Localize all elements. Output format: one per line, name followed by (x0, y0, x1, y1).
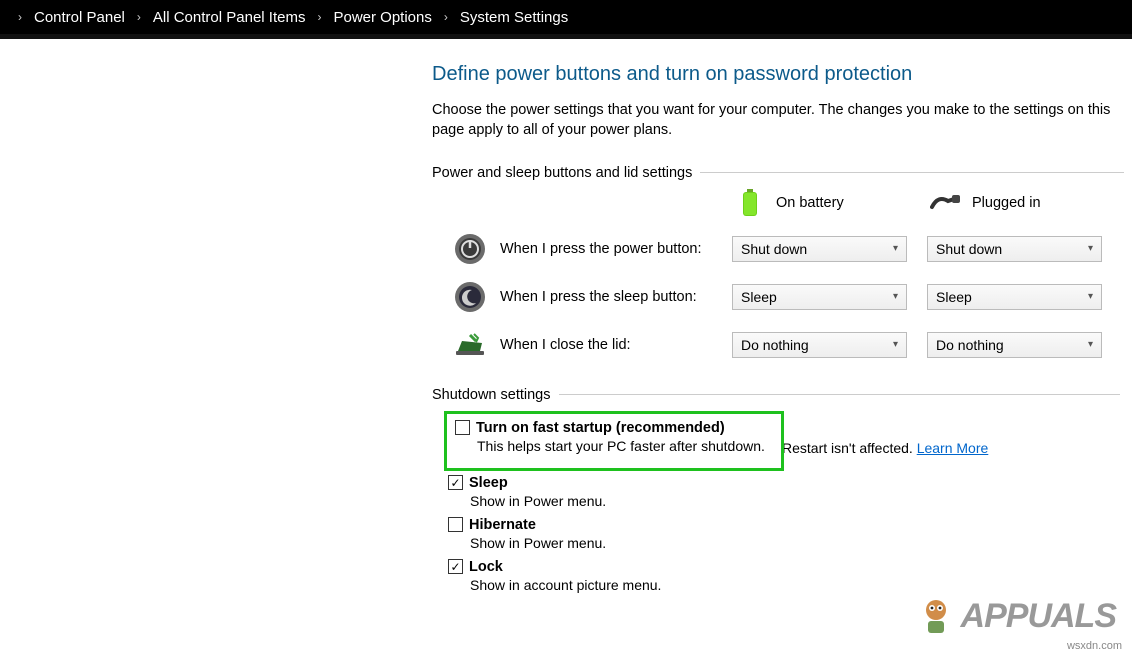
power-button-plugged-select[interactable]: Shut down▾ (927, 236, 1102, 262)
lock-checkbox[interactable] (448, 559, 463, 574)
fast-startup-checkbox[interactable] (455, 420, 470, 435)
breadcrumb-item[interactable]: Control Panel (30, 9, 129, 26)
chevron-down-icon: ▾ (893, 291, 898, 302)
laptop-lid-icon (452, 327, 488, 363)
chevron-right-icon: › (129, 10, 149, 24)
section-legend: Shutdown settings (432, 387, 559, 403)
breadcrumb-item[interactable]: All Control Panel Items (149, 9, 310, 26)
fast-startup-highlight: Turn on fast startup (recommended) This … (444, 411, 784, 471)
hibernate-desc: Show in Power menu. (470, 535, 1120, 551)
chevron-right-icon: › (10, 10, 30, 24)
battery-icon (732, 189, 768, 217)
page-title: Define power buttons and turn on passwor… (432, 63, 1120, 86)
chevron-down-icon: ▾ (1088, 291, 1093, 302)
breadcrumb-item[interactable]: System Settings (456, 9, 572, 26)
watermark: wsxdn.com (1067, 640, 1122, 652)
power-icon (452, 231, 488, 267)
col-plugged: Plugged in (928, 193, 1124, 213)
col-battery: On battery (732, 189, 928, 217)
chevron-right-icon: › (309, 10, 329, 24)
shutdown-settings-section: Shutdown settings Turn on fast startup (… (432, 387, 1120, 601)
intro-text: Choose the power settings that you want … (432, 100, 1120, 141)
sleep-label: Sleep (469, 475, 508, 491)
sleep-desc: Show in Power menu. (470, 493, 1120, 509)
fast-startup-desc-extra: Restart isn't affected. (782, 440, 913, 456)
sleep-icon (452, 279, 488, 315)
sleep-button-battery-select[interactable]: Sleep▾ (732, 284, 907, 310)
hibernate-checkbox[interactable] (448, 517, 463, 532)
hibernate-label: Hibernate (469, 517, 536, 533)
chevron-down-icon: ▾ (893, 243, 898, 254)
chevron-down-icon: ▾ (1088, 339, 1093, 350)
lid-battery-select[interactable]: Do nothing▾ (732, 332, 907, 358)
row-lid: When I close the lid: Do nothing▾ Do not… (432, 321, 1124, 369)
sleep-button-plugged-select[interactable]: Sleep▾ (927, 284, 1102, 310)
breadcrumb: › Control Panel › All Control Panel Item… (0, 0, 1132, 34)
lid-plugged-select[interactable]: Do nothing▾ (927, 332, 1102, 358)
section-legend: Power and sleep buttons and lid settings (432, 165, 700, 181)
fast-startup-label: Turn on fast startup (recommended) (476, 420, 725, 436)
row-power-button: When I press the power button: Shut down… (432, 225, 1124, 273)
learn-more-link[interactable]: Learn More (917, 440, 989, 456)
sleep-checkbox[interactable] (448, 475, 463, 490)
chevron-down-icon: ▾ (893, 339, 898, 350)
lock-desc: Show in account picture menu. (470, 577, 1120, 593)
lock-label: Lock (469, 559, 503, 575)
power-button-battery-select[interactable]: Shut down▾ (732, 236, 907, 262)
power-sleep-lid-section: Power and sleep buttons and lid settings… (432, 165, 1124, 369)
site-logo: APPUALS (915, 594, 1116, 636)
breadcrumb-item[interactable]: Power Options (329, 9, 435, 26)
chevron-down-icon: ▾ (1088, 243, 1093, 254)
row-sleep-button: When I press the sleep button: Sleep▾ Sl… (432, 273, 1124, 321)
chevron-right-icon: › (436, 10, 456, 24)
plug-icon (928, 193, 964, 213)
